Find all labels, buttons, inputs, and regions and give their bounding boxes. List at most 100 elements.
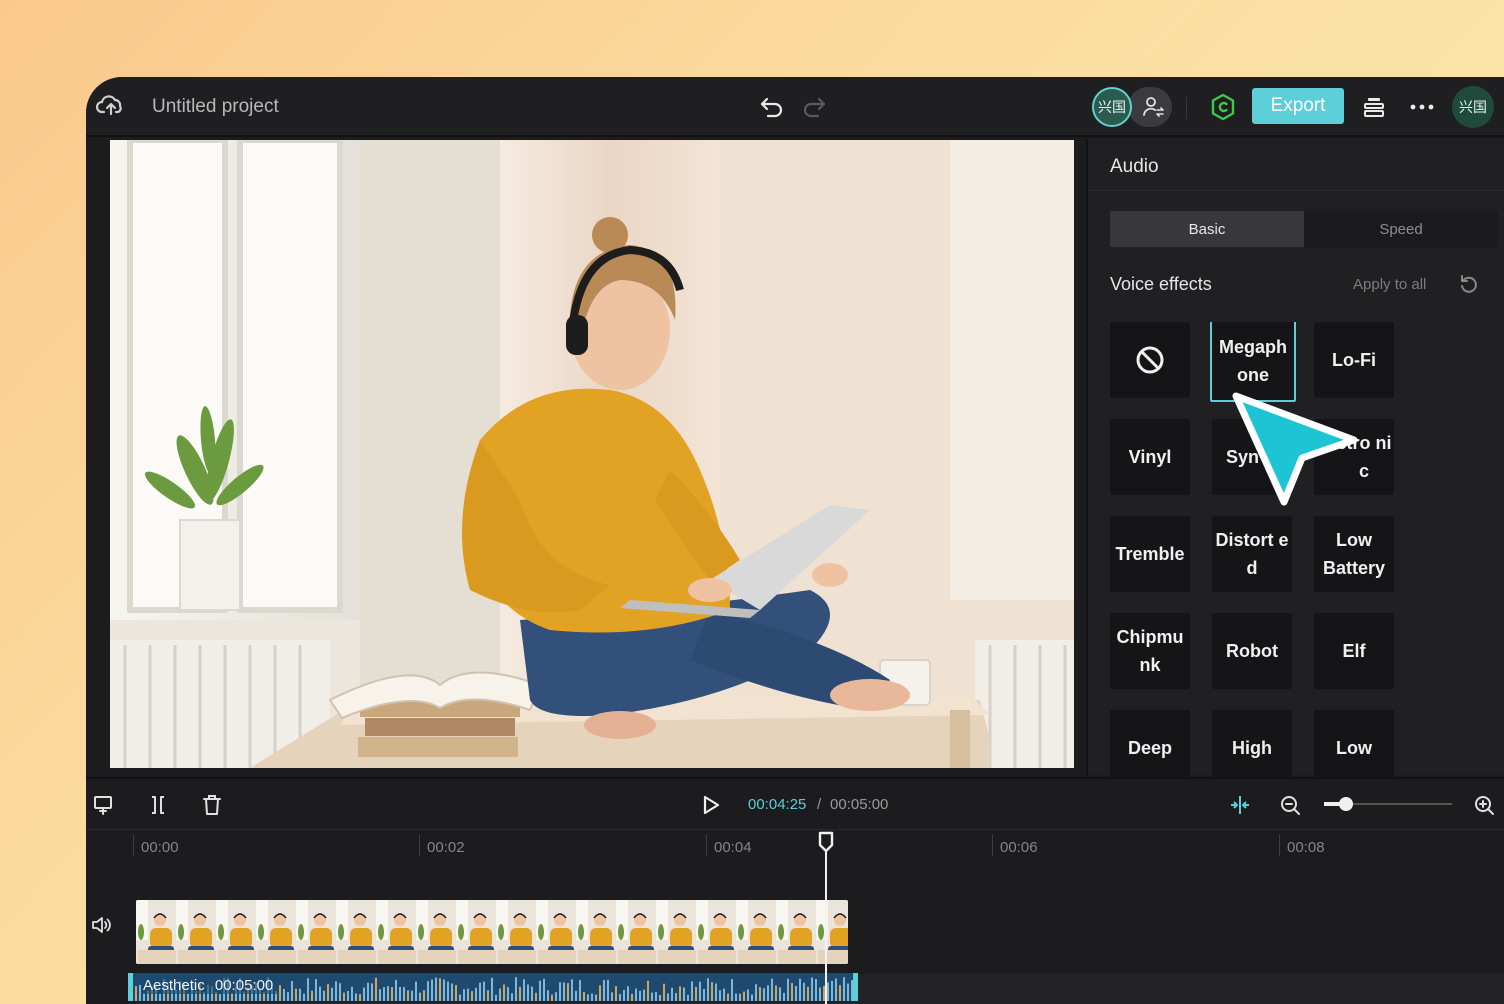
waveform-bar <box>483 981 485 1001</box>
timeline-ruler[interactable]: 00:00 00:02 00:04 00:06 00:08 <box>86 829 1504 869</box>
user-switch-icon <box>1143 97 1164 117</box>
video-preview[interactable] <box>110 140 1074 768</box>
waveform-bar <box>335 981 337 1001</box>
delete-icon[interactable] <box>200 793 224 817</box>
effect-elf[interactable]: Elf <box>1314 613 1394 689</box>
waveform-bar <box>287 992 289 1001</box>
waveform-bar <box>419 992 421 1001</box>
apply-to-all-button[interactable]: Apply to all <box>1353 276 1426 293</box>
waveform-bar <box>707 978 709 1001</box>
user-avatar[interactable]: 兴国 <box>1452 86 1494 128</box>
tab-basic[interactable]: Basic <box>1110 211 1304 247</box>
playhead-line <box>825 850 827 1004</box>
waveform-bar <box>463 989 465 1001</box>
cloud-upload-icon[interactable] <box>96 93 126 117</box>
ruler-label: 00:02 <box>427 839 465 856</box>
waveform-bar <box>615 986 617 1001</box>
waveform-bar <box>331 987 333 1001</box>
waveform-bar <box>715 983 717 1001</box>
video-clip[interactable] <box>136 900 848 964</box>
waveform-bar <box>847 983 849 1001</box>
effect-none[interactable] <box>1110 322 1190 398</box>
waveform-bar <box>471 991 473 1001</box>
effect-robot[interactable]: Robot <box>1212 613 1292 689</box>
waveform-bar <box>371 983 373 1001</box>
waveform-bar <box>651 992 653 1001</box>
waveform-bar <box>659 994 661 1001</box>
panel-divider <box>1088 190 1504 191</box>
waveform-bar <box>743 991 745 1001</box>
waveform-bar <box>403 987 405 1001</box>
waveform-bar <box>435 977 437 1001</box>
reset-icon[interactable] <box>1458 273 1480 295</box>
waveform-bar <box>803 982 805 1001</box>
effect-lofi[interactable]: Lo-Fi <box>1314 322 1394 398</box>
waveform-bar <box>367 982 369 1001</box>
waveform-bar <box>619 994 621 1001</box>
waveform-bar <box>623 989 625 1001</box>
waveform-bar <box>835 978 837 1001</box>
waveform-bar <box>351 986 353 1001</box>
capcut-pro-icon[interactable] <box>1210 93 1236 121</box>
zoom-in-icon[interactable] <box>1472 793 1496 817</box>
more-options-icon[interactable] <box>1408 95 1436 119</box>
waveform-bar <box>791 983 793 1001</box>
waveform-bar <box>515 977 517 1001</box>
waveform-bar <box>451 983 453 1001</box>
waveform-bar <box>495 994 497 1001</box>
play-icon[interactable] <box>698 793 722 817</box>
waveform-bar <box>787 978 789 1001</box>
effect-distorted[interactable]: Distort ed <box>1212 516 1292 592</box>
tab-speed[interactable]: Speed <box>1304 211 1498 247</box>
waveform-bar <box>723 988 725 1001</box>
waveform-bar <box>455 985 457 1001</box>
waveform-bar <box>603 980 605 1001</box>
waveform-bar <box>827 982 829 1001</box>
manage-collaborators-button[interactable] <box>1128 87 1172 127</box>
volume-icon[interactable] <box>90 913 114 937</box>
export-button[interactable]: Export <box>1252 88 1344 124</box>
effect-deep[interactable]: Deep <box>1110 710 1190 782</box>
project-title[interactable]: Untitled project <box>152 96 279 118</box>
undo-icon[interactable] <box>758 92 786 120</box>
collaborator-avatar[interactable]: 兴国 <box>1092 87 1132 127</box>
waveform-bar <box>735 993 737 1001</box>
waveform-bar <box>395 979 397 1001</box>
waveform-bar <box>303 993 305 1001</box>
waveform-bar <box>599 985 601 1001</box>
total-time: 00:05:00 <box>830 796 889 813</box>
waveform-bar <box>383 987 385 1001</box>
waveform-bar <box>319 986 321 1001</box>
effect-low-battery[interactable]: Low Battery <box>1314 516 1394 592</box>
zoom-out-icon[interactable] <box>1278 793 1302 817</box>
waveform-bar <box>563 982 565 1001</box>
layers-icon[interactable] <box>1362 95 1386 119</box>
effect-vinyl[interactable]: Vinyl <box>1110 419 1190 495</box>
add-marker-icon[interactable] <box>92 793 116 817</box>
waveform-bar <box>391 987 393 1001</box>
audio-clip[interactable]: Aesthetic 00:05:00 <box>128 973 858 1001</box>
redo-icon[interactable] <box>800 92 828 120</box>
effect-high[interactable]: High <box>1212 710 1292 782</box>
effect-low[interactable]: Low <box>1314 710 1394 782</box>
split-icon[interactable] <box>146 793 170 817</box>
waveform-bar <box>139 984 141 1001</box>
waveform-bar <box>579 980 581 1001</box>
snap-icon[interactable] <box>1228 793 1252 817</box>
waveform-bar <box>439 978 441 1001</box>
waveform-bar <box>759 987 761 1001</box>
effect-tremble[interactable]: Tremble <box>1110 516 1190 592</box>
waveform-bar <box>295 988 297 1001</box>
effect-chipmunk[interactable]: Chipmu nk <box>1110 613 1190 689</box>
waveform-bar <box>699 981 701 1001</box>
waveform-bar <box>831 980 833 1001</box>
waveform-bar <box>159 993 161 1001</box>
zoom-slider-handle[interactable] <box>1339 797 1353 811</box>
waveform-bar <box>543 978 545 1001</box>
waveform-bar <box>755 984 757 1001</box>
waveform-bar <box>675 993 677 1001</box>
pointer-cursor-icon <box>1232 392 1358 506</box>
waveform-bar <box>639 990 641 1001</box>
waveform-bar <box>731 979 733 1001</box>
playhead-handle[interactable] <box>818 831 834 853</box>
